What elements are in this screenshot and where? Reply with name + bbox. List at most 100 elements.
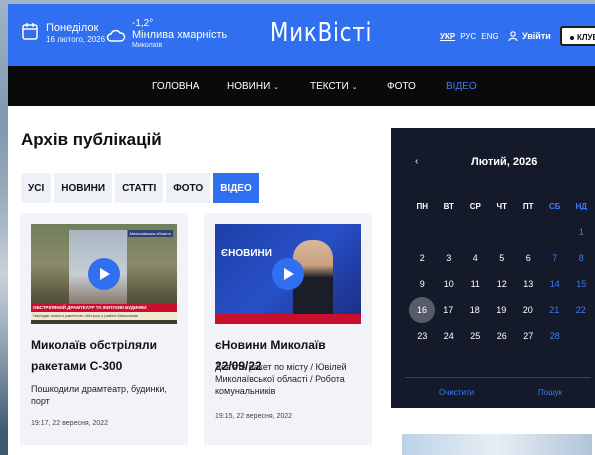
calendar-day[interactable]: 8 (568, 253, 595, 263)
main-content: Архів публікацій УСІ НОВИНИ СТАТТІ ФОТО … (8, 106, 595, 455)
weekday: ПН (416, 201, 429, 211)
weekday: ПТ (522, 201, 534, 211)
calendar-day[interactable]: 14 (542, 279, 569, 289)
calendar-month: Лютий, 2026 (471, 156, 538, 168)
calendar-day[interactable]: 3 (436, 253, 463, 263)
calendar-day[interactable]: 15 (568, 279, 595, 289)
site-logo[interactable]: МикВісті (270, 18, 372, 48)
login-button[interactable]: Увійти (508, 31, 551, 41)
weather-city: Миколаїв (132, 42, 163, 49)
thumb-caption: ЄНОВИНИ (221, 248, 272, 259)
calendar-day[interactable]: 1 (568, 227, 595, 237)
calendar-week: 2345678 (409, 245, 595, 271)
calendar-day[interactable]: 13 (515, 279, 542, 289)
weather-condition: Мінлива хмарність (132, 29, 228, 41)
calendar-weekdays: ПН ВТ СР ЧТ ПТ СБ НД (409, 193, 595, 219)
calendar-week: 23 24 25 26 27 28 (409, 323, 595, 349)
filter-photo[interactable]: ФОТО (166, 173, 211, 203)
filter-all[interactable]: УСІ (21, 173, 52, 203)
nav-video-label: ВІДЕО (446, 81, 477, 92)
temperature: -1,2° (132, 18, 154, 29)
nav-news-label: НОВИНИ (227, 81, 271, 92)
calendar-day[interactable]: 24 (436, 331, 463, 341)
calendar-grid: ПН ВТ СР ЧТ ПТ СБ НД 1 2 3 4 5 6 7 8 9 10 11 12 13 14… (409, 193, 595, 349)
nav-video[interactable]: ВІДЕО (446, 81, 477, 92)
filter-articles[interactable]: СТАТТІ (115, 173, 164, 203)
sidebar-image[interactable] (402, 434, 592, 455)
club-dot-icon (570, 35, 574, 40)
calendar-day[interactable]: 11 (462, 279, 489, 289)
nav-home[interactable]: ГОЛОВНА (152, 81, 199, 92)
lang-eng[interactable]: ENG (481, 32, 498, 41)
cloud-icon (106, 29, 126, 42)
current-date: 16 лютого, 2026 (46, 35, 106, 44)
calendar-day[interactable]: 28 (542, 331, 569, 341)
card-time: 19:15, 22 вересня, 2022 (215, 413, 293, 420)
video-card[interactable]: ЄНОВИНИ єНовини Миколаїв 22/09/22 Дев'ят… (204, 213, 372, 445)
weekday: СБ (548, 201, 561, 211)
nav-texts-label: ТЕКСТИ (310, 81, 349, 92)
calendar-day[interactable]: 12 (489, 279, 516, 289)
card-subtitle: Дев'ять ракет по місту / Ювілей Миколаїв… (215, 362, 347, 396)
card-subtitle: Пошкодили драмтеатр, будинки, порт (31, 384, 167, 406)
video-thumbnail[interactable]: ЄНОВИНИ (215, 224, 361, 324)
filter-tabs: УСІ НОВИНИ СТАТТІ ФОТО ВІДЕО (21, 173, 259, 203)
weather-widget: -1,2° Мінлива хмарність Миколаїв (106, 18, 227, 51)
site-header: Понеділок 16 лютого, 2026 -1,2° Мінлива … (8, 4, 595, 66)
calendar-clear-button[interactable]: Очистити (439, 388, 474, 397)
calendar-weeks: 1 2 3 4 5 6 7 8 9 10 11 12 13 14 15 16 17 18 19 20 21 22 23 24 2… (409, 219, 595, 349)
calendar-day[interactable]: 19 (488, 305, 515, 315)
calendar-week: 9 10 11 12 13 14 15 (409, 271, 595, 297)
calendar-week: 16 17 18 19 20 21 22 (409, 297, 595, 323)
thumb-caption: ОБСТРІЛЯНИЙ ДРАМТЕАТР ТА ЖИТЛОВІ БУДИНКИ (31, 304, 177, 312)
calendar-prev-button[interactable]: ‹ (415, 156, 418, 167)
filter-news[interactable]: НОВИНИ (54, 173, 113, 203)
calendar-day[interactable]: 4 (462, 253, 489, 263)
lang-ukr[interactable]: УКР (440, 32, 455, 41)
calendar-day[interactable]: 10 (436, 279, 463, 289)
club-button[interactable]: КЛУБ (560, 26, 595, 46)
calendar-day[interactable]: 7 (542, 253, 569, 263)
calendar-day[interactable]: 2 (409, 253, 436, 263)
calendar-day[interactable]: 6 (515, 253, 542, 263)
calendar-day[interactable]: 26 (489, 331, 516, 341)
nav-photo[interactable]: ФОТО (387, 81, 416, 92)
calendar-day[interactable]: 17 (435, 305, 462, 315)
play-icon[interactable] (272, 258, 304, 290)
calendar-day[interactable]: 16 (409, 297, 435, 323)
nav-home-label: ГОЛОВНА (152, 81, 200, 92)
nav-news[interactable]: НОВИНИ ⌄ (227, 81, 279, 92)
chevron-down-icon: ⌄ (273, 84, 280, 91)
card-time: 19:17, 22 вересня, 2022 (31, 420, 109, 427)
weekday: НД (575, 201, 587, 211)
page-title: Архів публікацій (21, 130, 162, 149)
calendar-day[interactable]: 18 (462, 305, 489, 315)
main-nav: ГОЛОВНА НОВИНИ ⌄ ТЕКСТИ ⌄ ФОТО ВІДЕО (8, 66, 595, 106)
calendar-day[interactable]: 23 (409, 331, 436, 341)
thumb-subcaption: Наслідки нічного ракетного обстрілу у ра… (31, 312, 177, 320)
login-label: Увійти (522, 31, 551, 41)
nav-texts[interactable]: ТЕКСТИ ⌄ (310, 81, 358, 92)
filter-video[interactable]: ВІДЕО (213, 173, 259, 203)
thumb-corner-label: Миколаївська область (127, 230, 173, 237)
calendar-day[interactable]: 20 (515, 305, 542, 315)
chevron-down-icon: ⌄ (351, 84, 358, 91)
lang-rus[interactable]: РУС (460, 32, 476, 41)
nav-photo-label: ФОТО (387, 81, 416, 92)
play-icon[interactable] (88, 258, 120, 290)
archive-calendar: ‹ Лютий, 2026 ПН ВТ СР ЧТ ПТ СБ НД 12345… (391, 128, 595, 408)
calendar-week: 1 (409, 219, 595, 245)
club-label: КЛУБ (577, 33, 595, 42)
calendar-search-button[interactable]: Пошук (538, 388, 562, 397)
card-title[interactable]: Миколаїв обстріляли ракетами С-300 (31, 335, 181, 377)
calendar-day[interactable]: 22 (568, 305, 595, 315)
calendar-day[interactable]: 5 (489, 253, 516, 263)
video-card[interactable]: Миколаївська область ОБСТРІЛЯНИЙ ДРАМТЕА… (20, 213, 188, 445)
calendar-day[interactable]: 27 (515, 331, 542, 341)
weekday: СР (469, 201, 481, 211)
calendar-day[interactable]: 21 (541, 305, 568, 315)
calendar-day[interactable]: 9 (409, 279, 436, 289)
calendar-day[interactable]: 25 (462, 331, 489, 341)
weekday: ВТ (443, 201, 454, 211)
video-thumbnail[interactable]: Миколаївська область ОБСТРІЛЯНИЙ ДРАМТЕА… (31, 224, 177, 324)
